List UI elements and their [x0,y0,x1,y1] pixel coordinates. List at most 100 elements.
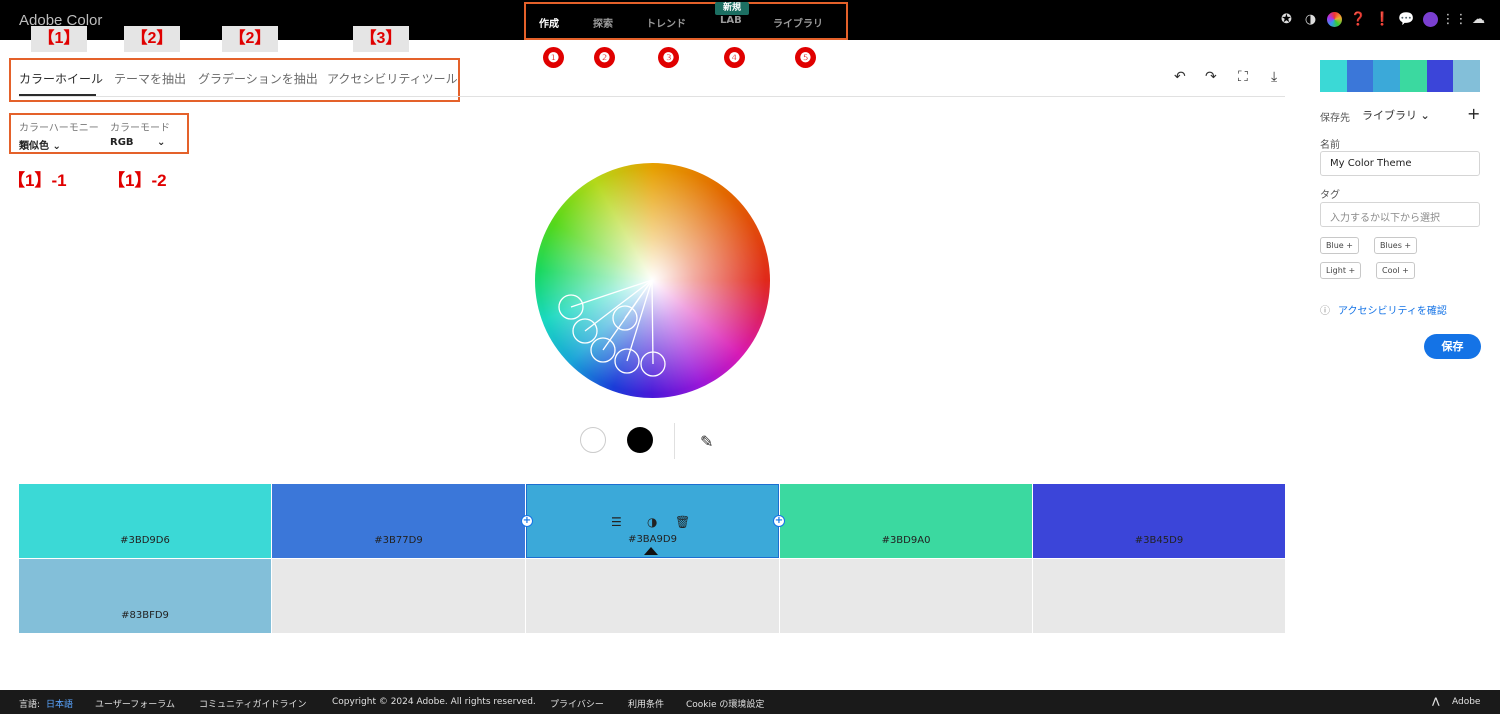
preview-color [1453,60,1480,92]
adjust-icon[interactable]: ☰ [611,515,622,529]
harmony-select[interactable]: 類似色 ⌄ [19,137,61,152]
tag-chip-blue[interactable]: Blue + [1320,237,1359,254]
tag-chip-blues[interactable]: Blues + [1374,237,1418,254]
nav-trends[interactable]: トレンド [646,15,686,30]
preview-color [1399,60,1427,92]
divider [674,423,675,459]
adobe-logo-icon: ⋀ [1432,697,1440,707]
selected-caret-icon [644,547,658,555]
empty-swatch [272,559,525,633]
annotation-1: ❶ [543,47,564,68]
swatch-hex: #3B45D9 [1134,535,1184,546]
accessibility-check-link[interactable]: アクセシビリティを確認 [1338,302,1447,317]
footer-privacy-link[interactable]: プライバシー [550,697,604,710]
color-mode-label: カラーモード [110,123,170,134]
bracket-tag-2: 【2】 [124,26,180,52]
empty-swatch [526,559,779,633]
save-to-select[interactable]: ライブラリ ⌄ [1362,107,1430,123]
annotation-3: ❸ [658,47,679,68]
swatch-hex: #3BA9D9 [628,534,677,545]
trash-icon[interactable]: 🗑 [675,515,690,529]
apps-grid-icon[interactable]: ⋮⋮ [1442,12,1468,27]
download-icon[interactable]: ⤓ [1271,69,1277,85]
footer-brand: Adobe [1452,697,1481,707]
feedback-icon[interactable]: ❗ [1374,12,1390,27]
chevron-down-icon: ⌄ [1420,109,1430,122]
save-to-value: ライブラリ [1362,109,1417,122]
chevron-down-icon: ⌄ [157,137,166,148]
contrast-icon[interactable]: ◑ [647,515,657,529]
harmony-value: 類似色 [19,141,49,152]
preview-color [1346,60,1374,92]
save-button[interactable]: 保存 [1424,334,1481,359]
nav-create[interactable]: 作成 [539,15,559,30]
redo-icon[interactable]: ↷ [1205,69,1217,85]
black-point-button[interactable] [627,427,653,453]
swatch-1[interactable]: #3BD9D6 [19,484,271,558]
annotation-mode: 【1】-2 [108,171,167,190]
white-point-button[interactable] [580,427,606,453]
annotation-harmony: 【1】-1 [8,171,67,190]
tab-color-wheel[interactable]: カラーホイール [19,70,103,87]
preview-color [1426,60,1454,92]
bracket-tag-2b: 【2】 [222,26,278,52]
creative-cloud-icon[interactable]: ☁ [1471,12,1486,27]
new-badge: 新規 [715,2,749,15]
footer-lang-link[interactable]: 日本語 [46,697,73,710]
avatar[interactable] [1423,12,1438,27]
tag-chip-cool[interactable]: Cool + [1376,262,1415,279]
fullscreen-icon[interactable]: ⛶ [1238,69,1248,85]
empty-swatch [1033,559,1285,633]
swatch-hex: #3BD9A0 [881,535,931,546]
footer: 言語: 日本語 ユーザーフォーラム コミュニティガイドライン Copyright… [0,690,1500,714]
nav-library[interactable]: ライブラリ [773,15,823,30]
color-wheel-icon[interactable] [1327,12,1342,27]
contrast-icon[interactable]: ◑ [1303,12,1318,27]
swatch-hex: #3B77D9 [374,535,423,546]
theme-name-input[interactable]: My Color Theme [1320,151,1480,176]
bracket-tag-1: 【1】 [31,26,87,52]
tag-chip-light[interactable]: Light + [1320,262,1362,279]
annotation-5: ❺ [795,47,816,68]
swatch-5[interactable]: #3B45D9 [1033,484,1285,558]
swatch-6[interactable]: #83BFD9 [19,559,271,633]
footer-terms-link[interactable]: 利用条件 [628,697,664,710]
tag-label: タグ [1320,190,1340,201]
eyedropper-icon[interactable]: ✎ [700,432,713,451]
undo-icon[interactable]: ↶ [1174,69,1186,85]
swatch-2[interactable]: #3B77D9 [272,484,525,558]
tab-extract-gradient[interactable]: グラデーションを抽出 [198,70,318,87]
add-color-left-button[interactable]: + [521,515,533,527]
footer-lang-label: 言語: [19,700,41,710]
annotation-2: ❷ [594,47,615,68]
swatch-hex: #3BD9D6 [120,535,170,546]
annotation-4: ❹ [724,47,745,68]
color-mode-select[interactable]: RGB ⌄ [110,137,165,148]
empty-swatch [780,559,1032,633]
tab-accessibility-tools[interactable]: アクセシビリティツール [327,70,458,87]
info-icon: ⓘ [1320,306,1330,317]
footer-guidelines-link[interactable]: コミュニティガイドライン [199,697,306,710]
star-icon[interactable]: ✪ [1279,12,1294,27]
name-label: 名前 [1320,140,1340,151]
nav-explore[interactable]: 探索 [593,15,613,30]
tag-input[interactable]: 入力するか以下から選択 [1320,202,1480,227]
add-library-icon[interactable]: + [1467,104,1480,123]
bracket-tag-3: 【3】 [353,26,409,52]
swatch-4[interactable]: #3BD9A0 [780,484,1032,558]
help-icon[interactable]: ❓ [1350,12,1366,27]
tab-extract-theme[interactable]: テーマを抽出 [114,70,186,87]
chevron-down-icon: ⌄ [52,141,61,152]
save-to-label: 保存先 [1320,113,1350,124]
chat-icon[interactable]: 💬 [1398,12,1414,27]
add-color-right-button[interactable]: + [773,515,785,527]
wheel-handles[interactable] [535,163,770,398]
color-mode-value: RGB [110,137,134,148]
preview-color [1373,60,1400,92]
footer-cookie-link[interactable]: Cookie の環境設定 [686,697,764,710]
footer-copyright: Copyright © 2024 Adobe. All rights reser… [332,697,536,707]
tabs-divider [19,96,1285,97]
nav-lab[interactable]: LAB [720,15,742,26]
theme-preview [1320,60,1480,92]
footer-forum-link[interactable]: ユーザーフォーラム [95,697,175,710]
